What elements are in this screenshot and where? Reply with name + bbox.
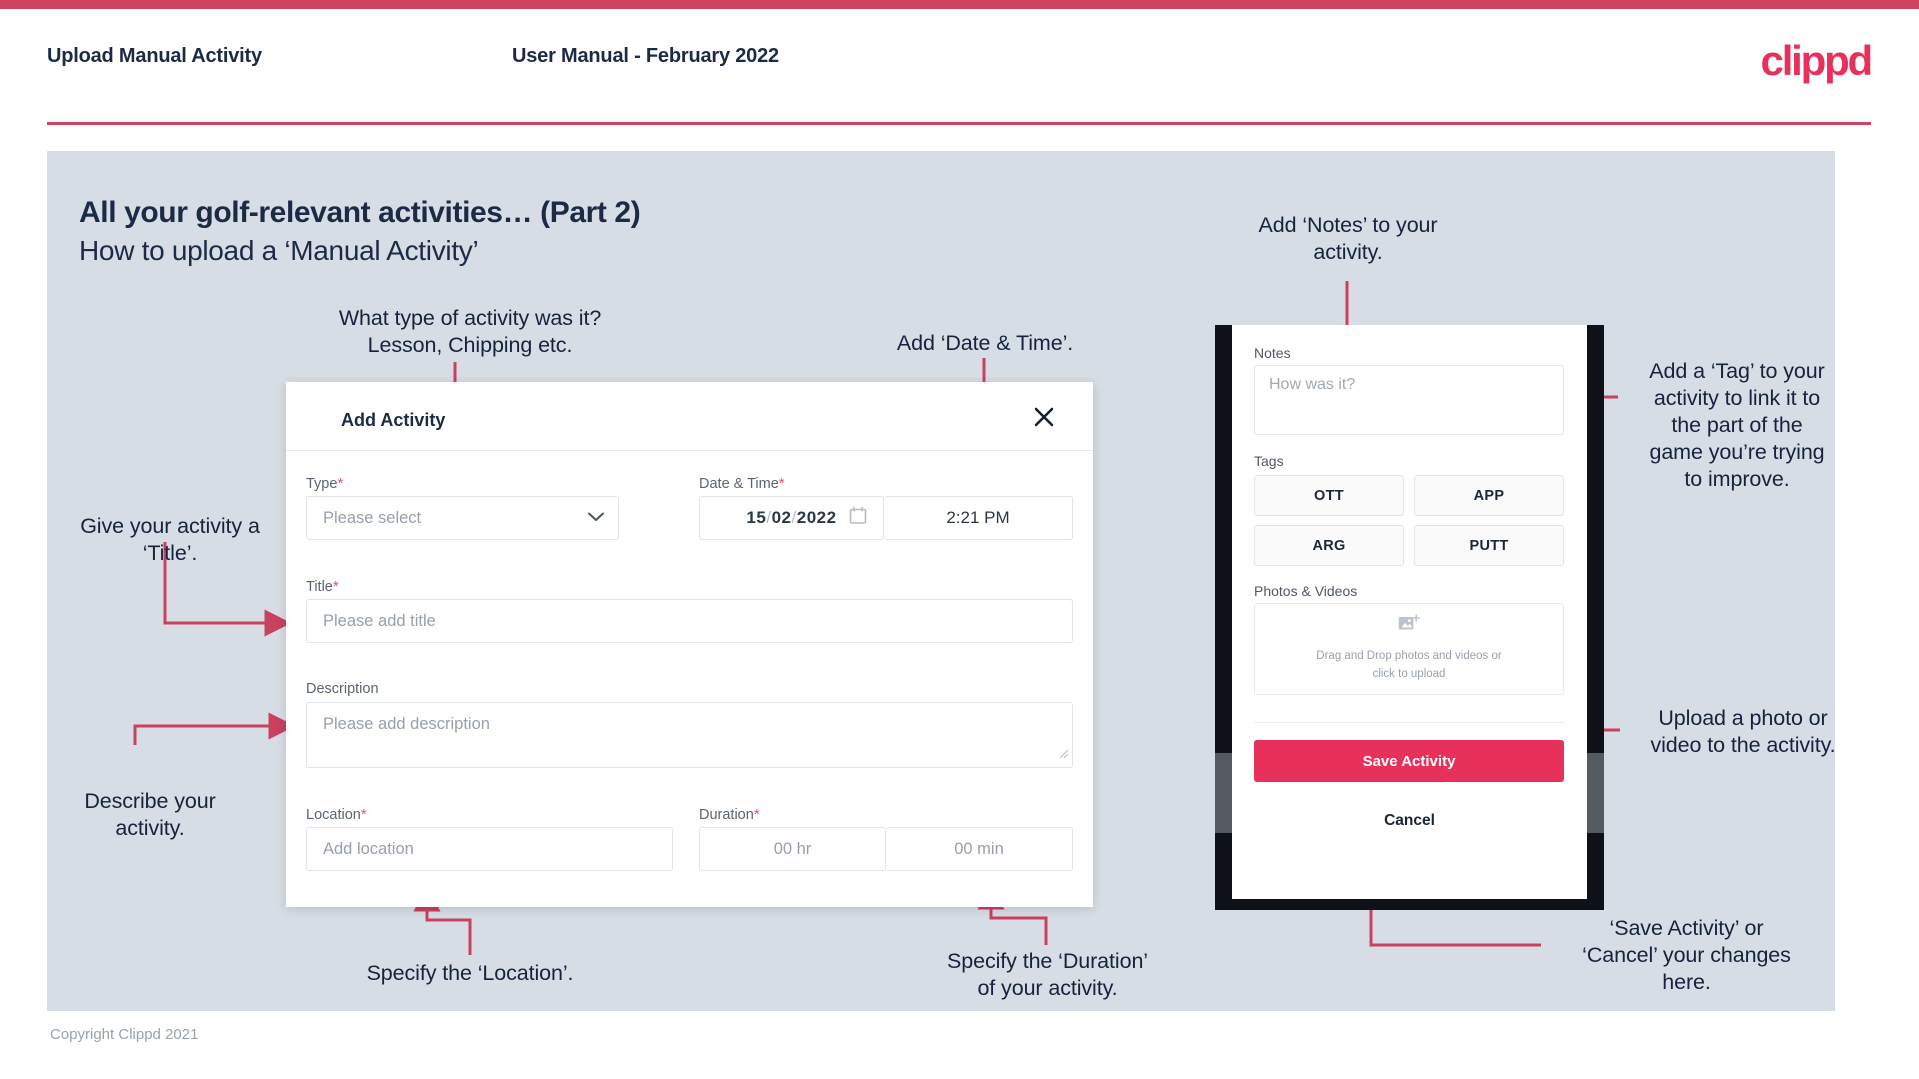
location-label-text: Location <box>306 807 361 823</box>
header-left-title: Upload Manual Activity <box>47 45 262 67</box>
time-value: 2:21 PM <box>946 508 1010 527</box>
title-label-text: Title <box>306 579 333 595</box>
save-activity-button[interactable]: Save Activity <box>1254 740 1564 782</box>
tag-app[interactable]: APP <box>1414 475 1564 516</box>
phone-mockup: Notes How was it? Tags OTT APP ARG PUTT … <box>1215 325 1604 910</box>
dropzone-text: Drag and Drop photos and videos or click… <box>1316 650 1502 680</box>
tags-label: Tags <box>1254 453 1284 469</box>
tag-arg[interactable]: ARG <box>1254 525 1404 566</box>
annotation-notes: Add ‘Notes’ to your activity. <box>1258 213 1438 265</box>
location-placeholder: Add location <box>323 839 414 858</box>
resize-grip-icon[interactable] <box>1058 746 1069 764</box>
phone-screen: Notes How was it? Tags OTT APP ARG PUTT … <box>1232 325 1587 899</box>
type-select[interactable]: Please select <box>306 496 619 540</box>
date-month: 02 <box>771 508 792 527</box>
annotation-description: Describe your activity. <box>84 789 216 841</box>
datetime-required-marker: * <box>778 475 785 492</box>
date-input[interactable]: 15/02/2022 <box>699 496 884 540</box>
header-divider <box>47 122 1871 125</box>
phone-side-bar-left <box>1215 753 1232 833</box>
annotation-location: Specify the ‘Location’. <box>366 961 574 985</box>
tag-ott[interactable]: OTT <box>1254 475 1404 516</box>
duration-hours-input[interactable]: 00 hr <box>699 827 886 871</box>
datetime-label-text: Date & Time <box>699 476 779 492</box>
duration-minutes-placeholder: 00 min <box>954 839 1004 858</box>
page-subtitle: How to upload a ‘Manual Activity’ <box>79 235 479 266</box>
slide-root: Upload Manual Activity User Manual - Feb… <box>0 0 1919 1079</box>
clippd-logo: clippd <box>1760 37 1874 84</box>
dialog-title: Add Activity <box>341 410 446 430</box>
add-activity-dialog: Add Activity Type* Please select Date & … <box>286 382 1093 907</box>
description-label-text: Description <box>306 681 379 697</box>
description-label: Description <box>306 681 379 697</box>
cancel-button[interactable]: Cancel <box>1232 812 1587 830</box>
time-input[interactable]: 2:21 PM <box>884 496 1073 540</box>
description-textarea[interactable]: Please add description <box>306 702 1073 768</box>
copyright-text: Copyright Clippd 2021 <box>50 1026 199 1043</box>
duration-label-text: Duration <box>699 807 754 823</box>
close-icon[interactable] <box>1029 402 1059 432</box>
duration-minutes-input[interactable]: 00 min <box>886 827 1073 871</box>
date-day: 15 <box>746 508 767 527</box>
calendar-icon[interactable] <box>849 506 867 530</box>
title-placeholder: Please add title <box>323 611 436 630</box>
type-label-text: Type <box>306 476 338 492</box>
title-required-marker: * <box>332 578 339 595</box>
type-required-marker: * <box>337 475 344 492</box>
notes-textarea[interactable]: How was it? <box>1254 365 1564 435</box>
duration-hours-placeholder: 00 hr <box>773 839 812 858</box>
datetime-label: Date & Time* <box>699 475 785 492</box>
date-year: 2022 <box>796 508 837 527</box>
top-accent-stripe <box>0 0 1919 9</box>
annotation-upload: Upload a photo or video to the activity. <box>1650 706 1836 758</box>
duration-label: Duration* <box>699 806 760 823</box>
photo-upload-dropzone[interactable]: Drag and Drop photos and videos or click… <box>1254 603 1564 695</box>
page-title: All your golf-relevant activities… (Part… <box>79 196 641 229</box>
description-placeholder: Please add description <box>323 715 490 733</box>
duration-required-marker: * <box>753 806 760 823</box>
add-image-icon <box>1398 614 1420 639</box>
title-input[interactable]: Please add title <box>306 599 1073 643</box>
photos-videos-label: Photos & Videos <box>1254 583 1358 599</box>
phone-side-bar-right <box>1587 753 1604 833</box>
annotation-type: What type of activity was it? Lesson, Ch… <box>338 306 602 358</box>
dialog-divider <box>286 450 1093 451</box>
location-input[interactable]: Add location <box>306 827 673 871</box>
header-center-title: User Manual - February 2022 <box>512 45 779 67</box>
chevron-down-icon <box>588 509 604 527</box>
tag-putt[interactable]: PUTT <box>1414 525 1564 566</box>
annotation-tags: Add a ‘Tag’ to your activity to link it … <box>1649 359 1825 492</box>
notes-label: Notes <box>1254 345 1291 361</box>
title-label: Title* <box>306 578 339 595</box>
location-label: Location* <box>306 806 367 823</box>
annotation-datetime: Add ‘Date & Time’. <box>896 331 1074 355</box>
phone-divider <box>1254 722 1564 723</box>
type-label: Type* <box>306 475 343 492</box>
notes-placeholder: How was it? <box>1269 376 1356 393</box>
annotation-title: Give your activity a ‘Title’. <box>80 514 260 566</box>
type-placeholder: Please select <box>323 508 422 527</box>
annotation-duration: Specify the ‘Duration’ of your activity. <box>947 949 1148 1001</box>
location-required-marker: * <box>360 806 367 823</box>
annotation-save: ‘Save Activity’ or ‘Cancel’ your changes… <box>1582 916 1791 995</box>
